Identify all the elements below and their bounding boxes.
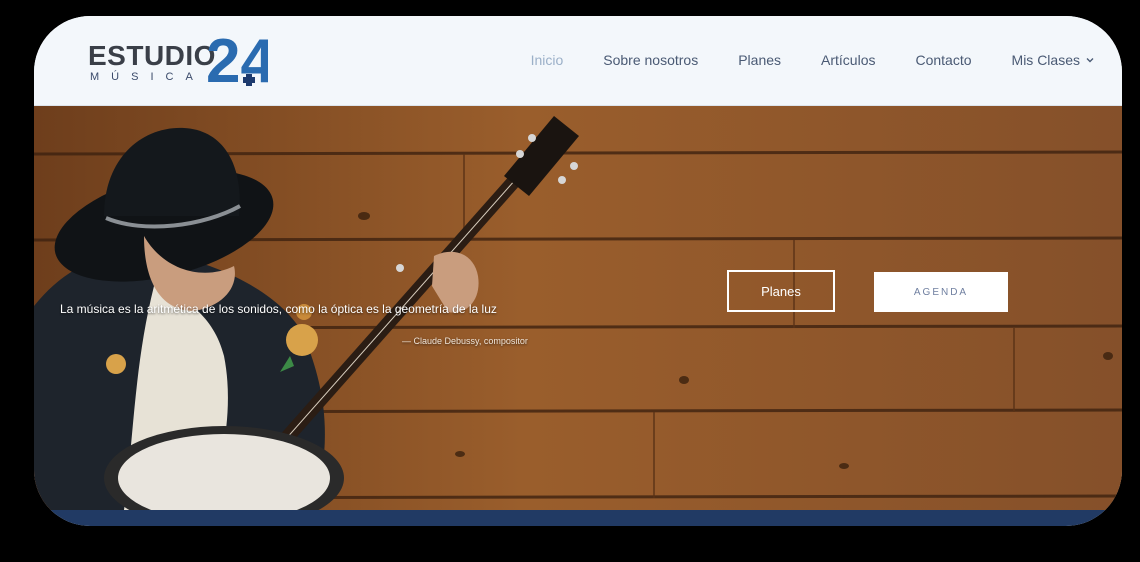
chevron-down-icon: [1086, 58, 1094, 63]
logo-wordmark: ESTUDIO: [88, 40, 216, 71]
hero-quote-citation: — Claude Debussy, compositor: [402, 336, 528, 346]
browser-frame: ESTUDIO MÚSICA 24 Inicio Sobre nosotros …: [34, 16, 1122, 526]
nav-contacto[interactable]: Contacto: [915, 52, 971, 68]
hero-banner: La música es la aritmética de los sonido…: [34, 106, 1122, 510]
planes-button[interactable]: Planes: [727, 270, 835, 312]
main-nav: Inicio Sobre nosotros Planes Artículos C…: [531, 16, 1122, 104]
nav-articulos[interactable]: Artículos: [821, 52, 875, 68]
nav-sobre-nosotros[interactable]: Sobre nosotros: [603, 52, 698, 68]
logo-24-mark: 24: [206, 27, 268, 94]
section-divider-strip: [34, 510, 1122, 526]
hero-quote: La música es la aritmética de los sonido…: [60, 302, 497, 316]
agenda-button[interactable]: AGENDA: [874, 272, 1008, 312]
nav-mis-clases-label: Mis Clases: [1011, 52, 1080, 68]
nav-inicio[interactable]: Inicio: [531, 52, 564, 68]
site-logo[interactable]: ESTUDIO MÚSICA 24: [88, 24, 288, 94]
nav-planes[interactable]: Planes: [738, 52, 781, 68]
logo-subtitle: MÚSICA: [90, 71, 205, 83]
logo-digit-2: 24: [206, 27, 268, 94]
nav-mis-clases-dropdown[interactable]: Mis Clases: [1012, 52, 1094, 68]
site-header: ESTUDIO MÚSICA 24 Inicio Sobre nosotros …: [34, 16, 1122, 106]
